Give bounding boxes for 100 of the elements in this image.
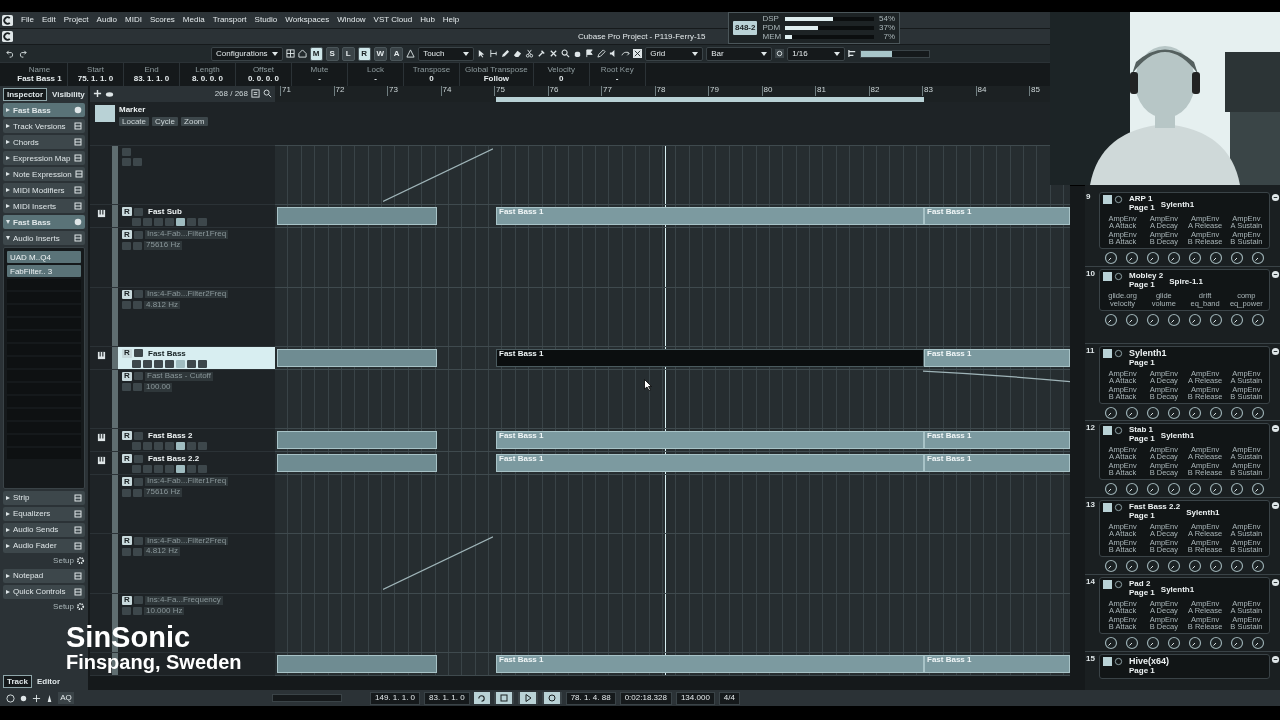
read-button[interactable]: R: [122, 595, 132, 605]
knob[interactable]: [1229, 635, 1244, 650]
knob[interactable]: [1187, 481, 1202, 496]
expand-arrow-icon[interactable]: [6, 156, 10, 161]
field-value[interactable]: Fast Bass 1: [17, 75, 62, 83]
expand-arrow-icon[interactable]: [6, 495, 10, 500]
automation-curve[interactable]: [383, 534, 493, 593]
automation-parameter[interactable]: Ins:4-Fa...Frequency: [145, 595, 223, 605]
menu-item[interactable]: Transport: [212, 15, 247, 25]
knob[interactable]: [1250, 481, 1265, 496]
inspector-section[interactable]: Quick Controls: [3, 584, 85, 599]
knob[interactable]: [1229, 481, 1244, 496]
field-value[interactable]: -: [374, 75, 377, 83]
inspector-tab[interactable]: Visibility: [48, 88, 89, 102]
knob[interactable]: [1104, 312, 1119, 327]
inspector-section[interactable]: Notepad: [3, 568, 85, 583]
knob[interactable]: [1208, 481, 1223, 496]
inspector-section[interactable]: Audio Inserts: [3, 231, 85, 246]
knob[interactable]: [1229, 312, 1244, 327]
automation-value[interactable]: 10.000 Hz: [144, 606, 185, 616]
inspector-section[interactable]: Equalizers: [3, 506, 85, 521]
menu-item[interactable]: Window: [337, 15, 366, 25]
house-icon[interactable]: [297, 49, 307, 58]
left-locator-field[interactable]: 149. 1. 1. 0: [370, 691, 421, 705]
menu-item[interactable]: Hub: [420, 15, 435, 25]
inspector-section[interactable]: MIDI Modifiers: [3, 183, 85, 198]
expand-arrow-icon[interactable]: [6, 511, 10, 516]
knob[interactable]: [1104, 250, 1119, 265]
knob[interactable]: [1208, 405, 1223, 420]
knob[interactable]: [1187, 558, 1202, 573]
cycle-button[interactable]: [473, 692, 490, 704]
power-icon[interactable]: [1114, 503, 1123, 512]
read-button[interactable]: R: [122, 207, 132, 217]
bottom-tab[interactable]: Track: [3, 674, 32, 688]
expand-arrow-icon[interactable]: [6, 204, 10, 209]
knob[interactable]: [1167, 481, 1182, 496]
knob[interactable]: [1187, 635, 1202, 650]
menu-item[interactable]: Studio: [254, 15, 278, 25]
knob[interactable]: [1146, 250, 1161, 265]
inspector-section[interactable]: Fast Bass: [3, 215, 85, 230]
pointer-icon[interactable]: [477, 49, 487, 58]
menu-item[interactable]: MIDI: [125, 15, 142, 25]
knob[interactable]: [1104, 405, 1119, 420]
mode-toggle[interactable]: M: [309, 46, 323, 61]
read-button[interactable]: R: [122, 371, 132, 381]
list-icon[interactable]: [251, 89, 260, 98]
knob[interactable]: [1208, 312, 1223, 327]
tempo-field[interactable]: 134.000: [675, 691, 715, 705]
menu-item[interactable]: Audio: [96, 15, 118, 25]
automation-value[interactable]: 100.00: [144, 382, 173, 392]
knob[interactable]: [1125, 558, 1140, 573]
metronome-icon[interactable]: [45, 693, 54, 703]
secondary-time-display[interactable]: 0:02:18.328: [619, 691, 672, 705]
knob[interactable]: [1229, 250, 1244, 265]
menu-item[interactable]: Edit: [41, 15, 56, 25]
knob[interactable]: [1104, 558, 1119, 573]
knob[interactable]: [1125, 250, 1140, 265]
knob[interactable]: [1208, 250, 1223, 265]
inspector-section[interactable]: Track Versions: [3, 119, 85, 134]
power-icon[interactable]: [1114, 349, 1123, 358]
configurations-dropdown[interactable]: Configurations: [211, 46, 283, 61]
inspector-section[interactable]: Chords: [3, 135, 85, 150]
expand-arrow-icon[interactable]: [6, 140, 10, 145]
midi-part[interactable]: [277, 348, 437, 367]
automation-mode-dropdown[interactable]: Touch: [418, 46, 475, 61]
automation-icon[interactable]: [406, 49, 416, 58]
expand-arrow-icon[interactable]: [6, 220, 10, 225]
quantize-icon[interactable]: [775, 49, 785, 58]
marker-button[interactable]: Locate: [119, 117, 150, 127]
inspector-section[interactable]: Audio Fader: [3, 538, 85, 553]
field-value[interactable]: -: [615, 75, 619, 83]
knob[interactable]: [1125, 405, 1140, 420]
knob[interactable]: [1250, 250, 1265, 265]
automation-parameter[interactable]: Fast Bass - Cutoff: [145, 371, 213, 381]
knob[interactable]: [1250, 405, 1265, 420]
track-header[interactable]: R Fast Bass: [118, 346, 275, 369]
knob[interactable]: [1250, 558, 1265, 573]
read-button[interactable]: R: [122, 431, 132, 441]
add-track-icon[interactable]: [93, 89, 102, 98]
read-button[interactable]: R: [122, 454, 132, 464]
midi-part[interactable]: [277, 454, 437, 473]
inspector-section[interactable]: Expression Map: [3, 151, 85, 166]
knob[interactable]: [1187, 312, 1202, 327]
knob[interactable]: [1146, 635, 1161, 650]
power-icon[interactable]: [1114, 657, 1123, 666]
panel-icon[interactable]: [74, 541, 82, 550]
pencil-icon[interactable]: [501, 49, 511, 58]
undo-icon[interactable]: [6, 49, 15, 58]
record-button[interactable]: [541, 692, 562, 704]
knob[interactable]: [1146, 405, 1161, 420]
expand-arrow-icon[interactable]: [6, 172, 10, 177]
midi-part[interactable]: [277, 207, 437, 226]
knob[interactable]: [1167, 405, 1182, 420]
automation-parameter[interactable]: Ins:4-Fab...Filter1Freq: [145, 477, 229, 486]
expand-arrow-icon[interactable]: [6, 589, 10, 594]
knob[interactable]: [1125, 312, 1140, 327]
menu-item[interactable]: Workspaces: [285, 15, 330, 25]
right-locator-field[interactable]: 83. 1. 1. 0: [424, 691, 470, 705]
panel-icon[interactable]: [74, 170, 83, 179]
inspector-section[interactable]: Strip: [3, 490, 85, 505]
